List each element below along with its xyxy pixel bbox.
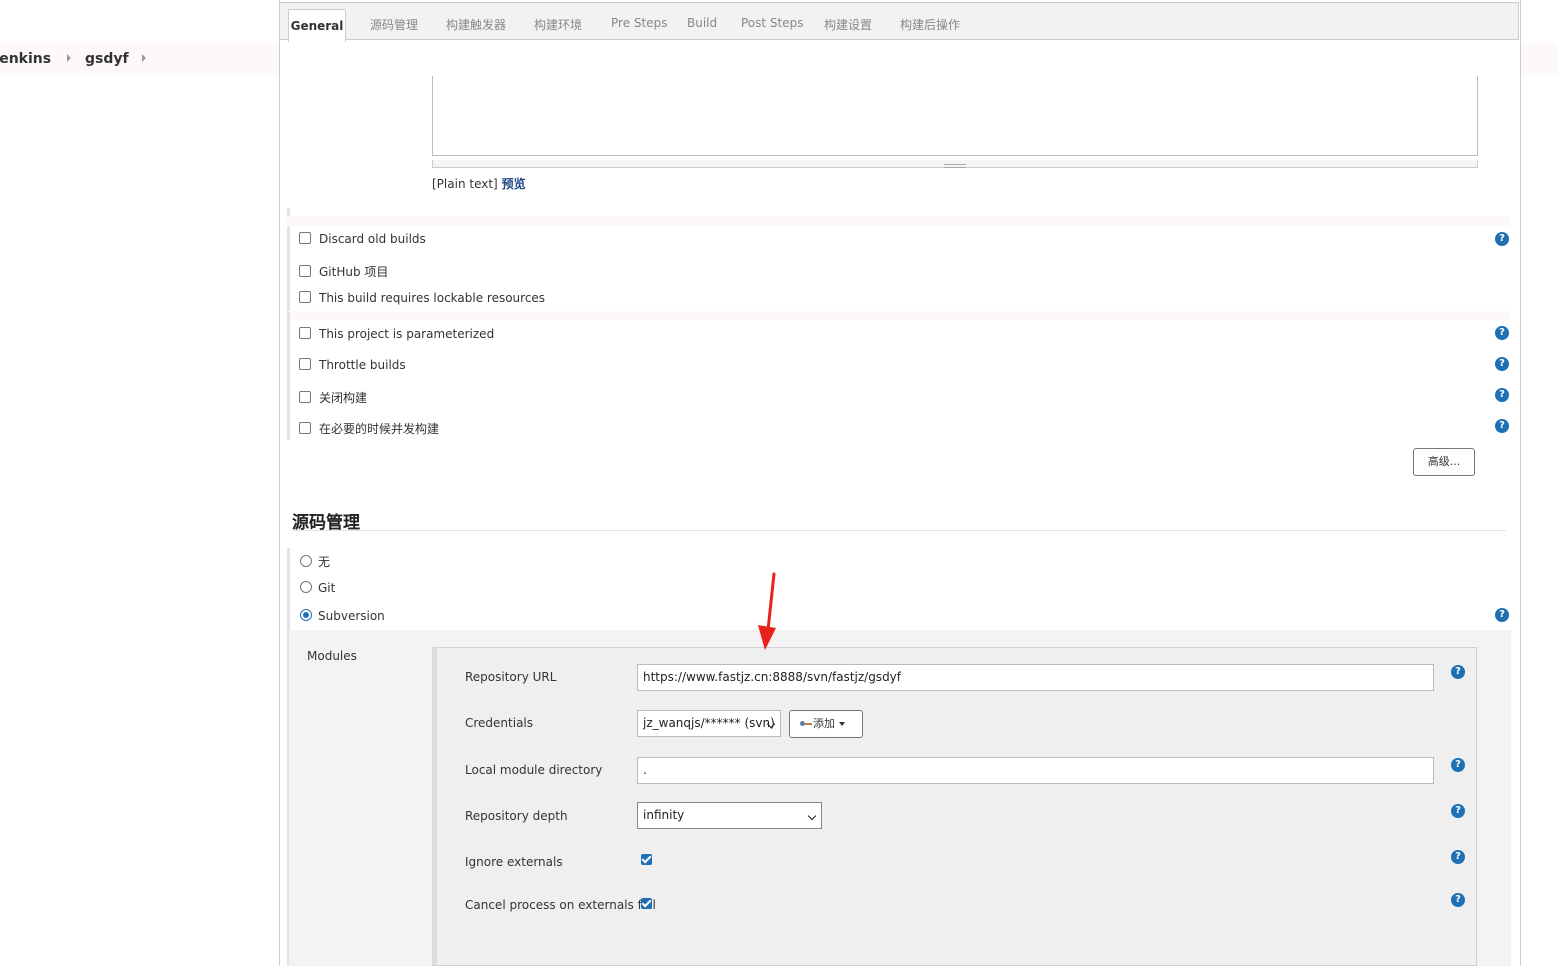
help-icon[interactable]: ?	[1495, 326, 1509, 340]
option-label: GitHub 项目	[319, 265, 389, 279]
annotation-arrow-icon	[758, 572, 776, 650]
help-icon[interactable]: ?	[1451, 665, 1465, 679]
section-rule	[292, 530, 1506, 531]
scm-option-label: Git	[318, 581, 336, 595]
ignore-externals-checkbox[interactable]	[641, 854, 652, 865]
repository-depth-label: Repository depth	[465, 809, 568, 823]
breadcrumb-separator-icon	[142, 54, 146, 62]
scm-option-label: Subversion	[318, 609, 385, 623]
caret-down-icon	[839, 722, 845, 726]
option-label: This build requires lockable resources	[319, 291, 546, 305]
option-label: This project is parameterized	[319, 327, 495, 341]
help-icon[interactable]: ?	[1451, 893, 1465, 907]
module-box	[432, 647, 1477, 966]
tab-build-environment[interactable]: 构建环境	[534, 16, 582, 33]
checkbox[interactable]	[299, 422, 311, 434]
format-label: [Plain text]	[432, 177, 498, 191]
cancel-on-externals-fail-label: Cancel process on externals fail	[465, 898, 656, 912]
checkbox[interactable]	[299, 391, 311, 403]
credentials-value: jz_wanqjs/****** (svn)	[643, 716, 775, 730]
checkbox[interactable]	[299, 265, 311, 277]
option-disable-build[interactable]: 关闭构建	[299, 389, 367, 406]
description-textarea[interactable]	[432, 76, 1478, 156]
radio[interactable]	[300, 555, 312, 567]
scm-option-subversion[interactable]: Subversion	[300, 609, 385, 623]
chevron-down-icon	[807, 811, 817, 821]
checkbox[interactable]	[299, 358, 311, 370]
tab-build[interactable]: Build	[687, 16, 717, 30]
credentials-select[interactable]: jz_wanqjs/****** (svn)	[637, 710, 781, 737]
local-module-directory-label: Local module directory	[465, 763, 603, 777]
checkbox[interactable]	[299, 327, 311, 339]
local-module-directory-input[interactable]: .	[637, 757, 1434, 784]
key-icon	[800, 721, 812, 727]
option-throttle-builds[interactable]: Throttle builds	[299, 358, 406, 372]
add-credentials-button[interactable]: 添加	[789, 710, 863, 738]
help-icon[interactable]: ?	[1495, 388, 1509, 402]
cancel-on-externals-fail-checkbox[interactable]	[641, 898, 652, 909]
preview-link[interactable]: 预览	[502, 177, 526, 191]
option-label: 关闭构建	[319, 391, 368, 405]
description-format: [Plain text] 预览	[432, 175, 526, 192]
help-icon[interactable]: ?	[1451, 758, 1465, 772]
repository-url-label: Repository URL	[465, 670, 557, 684]
tab-post-build-actions[interactable]: 构建后操作	[900, 16, 960, 33]
repository-url-input[interactable]: https://www.fastjz.cn:8888/svn/fastjz/gs…	[637, 664, 1434, 691]
section-divider	[287, 216, 1511, 226]
credentials-label: Credentials	[465, 716, 534, 730]
ignore-externals-label: Ignore externals	[465, 855, 563, 869]
help-icon[interactable]: ?	[1451, 804, 1465, 818]
checkbox[interactable]	[299, 232, 311, 244]
option-label: Throttle builds	[319, 358, 406, 372]
radio-selected[interactable]	[300, 609, 312, 621]
help-icon[interactable]: ?	[1451, 850, 1465, 864]
option-parameterized[interactable]: This project is parameterized	[299, 327, 494, 341]
tab-post-steps[interactable]: Post Steps	[741, 16, 804, 30]
config-tabbar: General 源码管理 构建触发器 构建环境 Pre Steps Build …	[279, 2, 1519, 42]
option-label: 在必要的时候并发构建	[319, 422, 440, 436]
modules-label: Modules	[307, 649, 357, 663]
advanced-button[interactable]: 高级...	[1413, 448, 1475, 476]
help-icon[interactable]: ?	[1495, 232, 1509, 246]
checkbox[interactable]	[299, 291, 311, 303]
help-icon[interactable]: ?	[1495, 357, 1509, 371]
option-label: Discard old builds	[319, 232, 426, 246]
add-label: 添加	[813, 717, 835, 730]
breadcrumb-separator-icon	[67, 54, 71, 62]
resize-grip-icon[interactable]	[944, 164, 966, 168]
breadcrumb-job[interactable]: gsdyf	[85, 51, 129, 67]
tab-build-settings[interactable]: 构建设置	[824, 16, 872, 33]
scm-option-label: 无	[318, 555, 331, 569]
option-concurrent-builds[interactable]: 在必要的时候并发构建	[299, 420, 439, 437]
help-icon[interactable]: ?	[1495, 419, 1509, 433]
section-rail	[287, 312, 290, 440]
section-divider	[287, 311, 1511, 320]
help-icon[interactable]: ?	[1495, 608, 1509, 622]
option-github-project[interactable]: GitHub 项目	[299, 263, 388, 280]
option-discard-old-builds[interactable]: Discard old builds	[299, 232, 426, 246]
repository-depth-select[interactable]: infinity	[637, 802, 822, 829]
tab-scm[interactable]: 源码管理	[370, 16, 418, 33]
tab-general[interactable]: General	[288, 9, 346, 42]
tab-pre-steps[interactable]: Pre Steps	[611, 16, 667, 30]
option-lockable-resources[interactable]: This build requires lockable resources	[299, 291, 545, 305]
repository-depth-value: infinity	[643, 808, 685, 822]
scm-option-none[interactable]: 无	[300, 553, 330, 570]
breadcrumb-jenkins[interactable]: Jenkins	[0, 51, 51, 67]
scm-option-git[interactable]: Git	[300, 581, 335, 595]
radio[interactable]	[300, 581, 312, 593]
tab-build-triggers[interactable]: 构建触发器	[446, 16, 506, 33]
